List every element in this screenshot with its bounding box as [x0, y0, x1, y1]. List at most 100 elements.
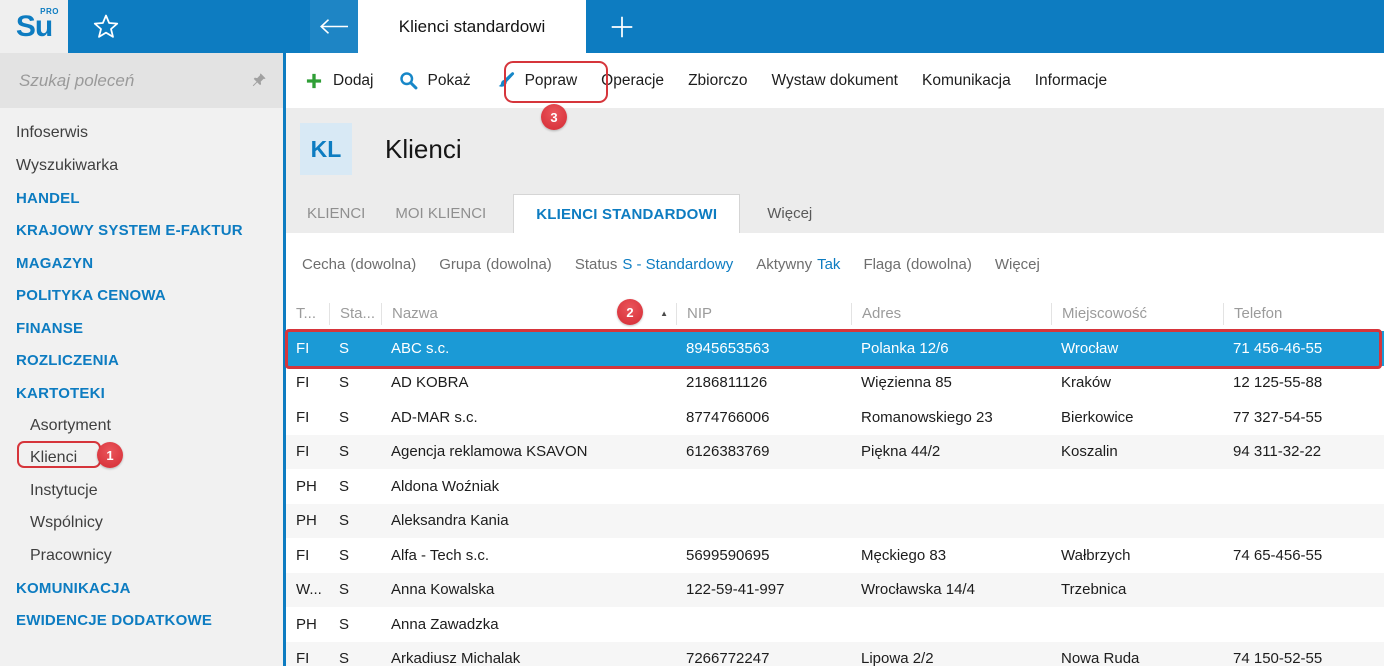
sidebar-item-handel[interactable]: HANDEL: [0, 182, 283, 215]
cell-type: FI: [296, 546, 310, 564]
sidebar-item-pracownicy[interactable]: Pracownicy: [0, 540, 283, 573]
tab-klienci[interactable]: KLIENCI: [292, 194, 380, 233]
sidebar-item-finanse[interactable]: FINANSE: [0, 312, 283, 345]
command-search-placeholder: Szukaj poleceń: [19, 70, 135, 90]
sidebar-item-infoserwis[interactable]: Infoserwis: [0, 117, 283, 150]
tab-more[interactable]: Więcej: [752, 194, 827, 233]
toolbar-button-zbiorczo[interactable]: Zbiorczo: [676, 72, 759, 90]
new-tab-button[interactable]: [586, 0, 658, 53]
cell-nip: 7266772247: [686, 650, 770, 666]
command-search-box[interactable]: Szukaj poleceń: [0, 53, 283, 108]
cell-name: Alfa - Tech s.c.: [391, 546, 490, 564]
toolbar: Dodaj Pokaż Popraw Operacje Zbiorczo Wystaw d…: [286, 53, 1384, 108]
sidebar-item-ewidencje-dodatkowe[interactable]: EWIDENCJE DODATKOWE: [0, 605, 283, 638]
cell-name: AD-MAR s.c.: [391, 408, 478, 426]
cell-status: S: [339, 408, 350, 426]
toolbar-button-popraw[interactable]: Popraw: [483, 70, 590, 91]
sidebar-item-magazyn[interactable]: MAGAZYN: [0, 247, 283, 280]
cell-phone: 71 456-46-55: [1233, 339, 1323, 357]
table-row-aldona-woźniak[interactable]: PH S Aldona Woźniak: [286, 469, 1384, 504]
table-row-ad-mar-s-c[interactable]: FI S AD-MAR s.c. 8774766006 Romanowskiego 23…: [286, 400, 1384, 435]
cell-type: PH: [296, 615, 317, 633]
filter-aktywny[interactable]: Aktywny Tak: [756, 256, 840, 273]
filter-label: Aktywny: [756, 256, 813, 273]
cell-city: Koszalin: [1061, 443, 1118, 461]
table-row-agencja-reklamowa-ksavon[interactable]: FI S Agencja reklamowa KSAVON 6126383769 Pię…: [286, 434, 1384, 469]
cell-type: FI: [296, 374, 310, 392]
toolbar-button-informacje[interactable]: Informacje: [1023, 72, 1119, 90]
sidebar-item-rozliczenia[interactable]: ROZLICZENIA: [0, 345, 283, 378]
topbar-fill: [658, 0, 1384, 53]
cell-nip: 8774766006: [686, 408, 770, 426]
toolbar-button-label: Zbiorczo: [688, 71, 748, 89]
tab-klienci-standardowi[interactable]: KLIENCI STANDARDOWI: [513, 194, 741, 233]
filter-label: Cecha: [302, 256, 346, 273]
cell-nip: 8945653563: [686, 339, 770, 357]
back-button[interactable]: [310, 0, 358, 53]
filter-więcej[interactable]: Więcej: [995, 256, 1040, 273]
table-row-anna-kowalska[interactable]: W... S Anna Kowalska 122-59-41-997 Wrocławsk…: [286, 572, 1384, 607]
filter-value: (dowolna): [905, 256, 972, 273]
toolbar-button-pokaż[interactable]: Pokaż: [386, 70, 483, 91]
sidebar-item-asortyment[interactable]: Asortyment: [0, 410, 283, 443]
toolbar-button-label: Informacje: [1034, 71, 1108, 89]
column-header-type[interactable]: T...: [286, 303, 329, 325]
tab-moi-klienci[interactable]: MOI KLIENCI: [380, 194, 501, 233]
sidebar-item-wspólnicy[interactable]: Wspólnicy: [0, 507, 283, 540]
column-header-phone[interactable]: Telefon: [1223, 302, 1384, 325]
sidebar-item-komunikacja[interactable]: KOMUNIKACJA: [0, 572, 283, 605]
column-header-status[interactable]: Sta...: [329, 302, 381, 325]
cell-type: FI: [296, 339, 310, 357]
table-row-ad-kobra[interactable]: FI S AD KOBRA 2186811126 Więzienna 85 Kraków 1…: [286, 366, 1384, 401]
current-tab[interactable]: Klienci standardowi: [358, 0, 586, 53]
cell-name: Arkadiusz Michalak: [391, 650, 521, 666]
cell-address: Męckiego 83: [861, 546, 947, 564]
sidebar-item-polityka-cenowa[interactable]: POLITYKA CENOWA: [0, 280, 283, 313]
column-header-label: NIP: [687, 305, 713, 322]
column-header-nip[interactable]: NIP: [676, 302, 851, 325]
sidebar-item-instytucje[interactable]: Instytucje: [0, 475, 283, 508]
column-header-label: Nazwa: [392, 305, 438, 322]
table-row-abc-s-c[interactable]: FI S ABC s.c. 8945653563 Polanka 12/6 Wrocław…: [286, 331, 1384, 366]
favorites-button[interactable]: [68, 0, 144, 53]
cell-address: Więzienna 85: [861, 374, 952, 392]
cell-name: AD KOBRA: [391, 374, 469, 392]
sidebar-list: Infoserwis Wyszukiwarka HANDEL KRAJOWY SYST…: [0, 117, 283, 637]
column-header-name[interactable]: Nazwa ▲: [381, 302, 676, 325]
table-row-aleksandra-kania[interactable]: PH S Aleksandra Kania: [286, 503, 1384, 538]
table-row-arkadiusz-michalak[interactable]: FI S Arkadiusz Michalak 7266772247 Lipowa 2/…: [286, 641, 1384, 666]
column-header-label: Adres: [862, 305, 902, 322]
filter-value: (dowolna): [350, 256, 417, 273]
filter-cecha[interactable]: Cecha (dowolna): [302, 256, 416, 273]
table-row-anna-zawadzka[interactable]: PH S Anna Zawadzka: [286, 607, 1384, 642]
column-header-city[interactable]: Miejscowość: [1051, 302, 1223, 325]
cell-status: S: [339, 615, 350, 633]
table-row-alfa-tech-s-c[interactable]: FI S Alfa - Tech s.c. 5699590695 Męckiego 83…: [286, 538, 1384, 573]
sidebar-item-wyszukiwarka[interactable]: Wyszukiwarka: [0, 150, 283, 183]
cell-address: Lipowa 2/2: [861, 650, 934, 666]
toolbar-button-label: Dodaj: [333, 71, 374, 89]
toolbar-button-label: Wystaw dokument: [771, 71, 899, 89]
plus-icon: [609, 14, 635, 40]
cell-nip: 5699590695: [686, 546, 770, 564]
toolbar-button-wystaw-dokument[interactable]: Wystaw dokument: [760, 72, 911, 90]
sidebar-item-krajowy-system-e-faktur[interactable]: KRAJOWY SYSTEM E-FAKTUR: [0, 215, 283, 248]
filter-status[interactable]: Status S - Standardowy: [575, 256, 733, 273]
cell-status: S: [339, 374, 350, 392]
sidebar-item-klienci[interactable]: Klienci: [0, 442, 283, 475]
filter-label: Flaga: [863, 256, 901, 273]
toolbar-button-operacje[interactable]: Operacje: [589, 72, 676, 90]
filter-grupa[interactable]: Grupa (dowolna): [439, 256, 552, 273]
sidebar-item-kartoteki[interactable]: KARTOTEKI: [0, 377, 283, 410]
main-panel: Dodaj Pokaż Popraw Operacje Zbiorczo Wystaw d…: [283, 53, 1384, 666]
cell-address: Romanowskiego 23: [861, 408, 993, 426]
pin-icon[interactable]: [250, 72, 267, 89]
column-header-address[interactable]: Adres: [851, 302, 1051, 325]
toolbar-button-komunikacja[interactable]: Komunikacja: [910, 72, 1023, 90]
cell-phone: 12 125-55-88: [1233, 374, 1323, 392]
filter-flaga[interactable]: Flaga (dowolna): [863, 256, 971, 273]
topbar: Su PRO Klienci standardowi: [0, 0, 1384, 53]
app-logo[interactable]: Su PRO: [0, 0, 68, 53]
toolbar-button-dodaj[interactable]: Dodaj: [292, 71, 386, 91]
